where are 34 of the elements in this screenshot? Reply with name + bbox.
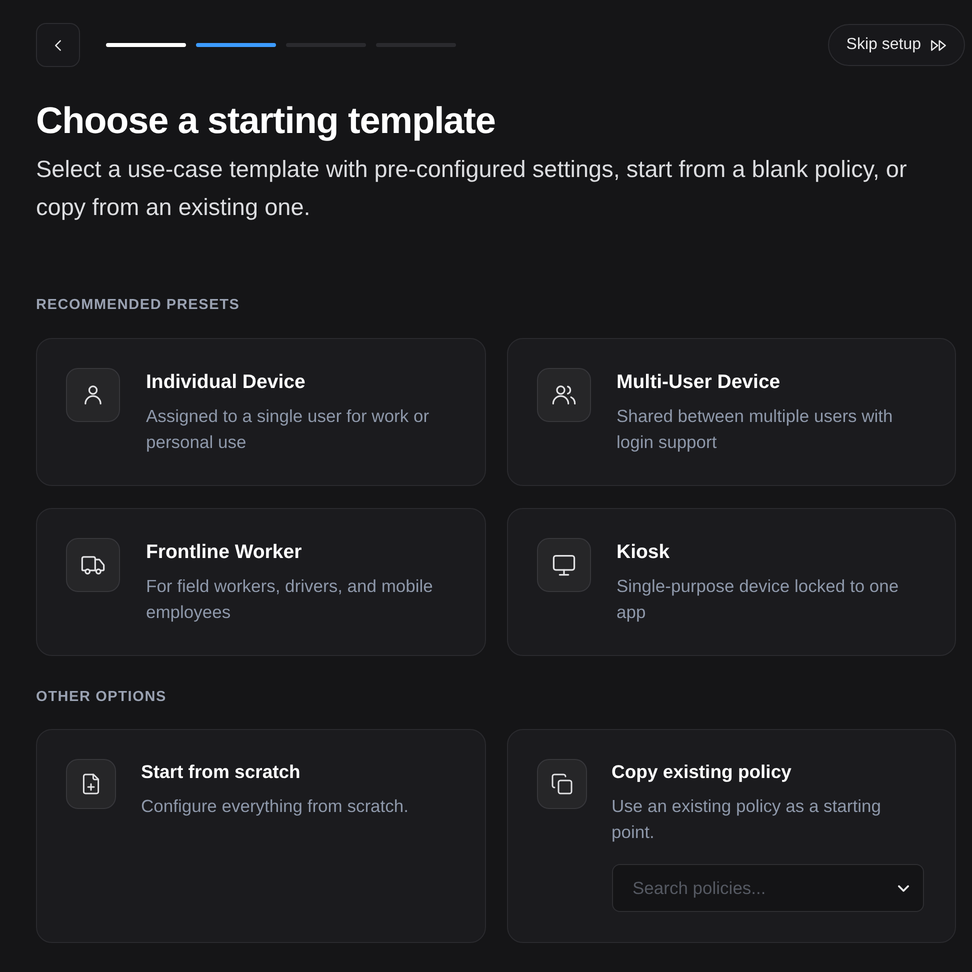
monitor-icon [536,538,590,592]
truck-icon [66,538,120,592]
card-title: Copy existing policy [612,760,792,784]
card-title: Individual Device [146,370,306,395]
file-plus-icon [66,759,116,809]
copy-icon [536,759,586,809]
option-card[interactable]: Kiosk Single-purpose device locked to one app [506,508,956,656]
option-card[interactable]: Frontline Worker For field workers, drivers, and mobile employees [36,508,486,656]
option-card[interactable]: Multi-User Device Shared between multiple users with login support [506,338,956,486]
skip-setup-button[interactable]: Skip setup [828,24,965,66]
option-card[interactable]: Individual Device Assigned to a single user for work or personal use [36,338,486,486]
card-title: Frontline Worker [146,540,303,565]
card-title: Multi-User Device [616,370,782,395]
back-button[interactable] [36,23,80,67]
card-title: Kiosk [616,540,671,565]
option-card[interactable]: Start from scratch Configure everything from scratch. [36,729,486,943]
fast-forward-icon [931,40,946,50]
card-description: Shared between multiple users with login support [616,405,894,454]
page-subtitle: Select a use-case template with pre-configured settings, start from a blank policy, or copy from an existing one. [36,155,908,222]
section-heading: RECOMMENDED PRESETS [36,296,241,314]
card-title: Start from scratch [141,760,302,784]
page-title: Choose a starting template [36,99,496,143]
card-description: Use an existing policy as a starting point. [612,795,882,844]
card-description: Configure everything from scratch. [141,795,410,818]
policy-search-field[interactable]: Search policies... [612,864,924,912]
chevron-left-icon [55,40,61,50]
section-heading: OTHER OPTIONS [36,688,168,706]
chevron-down-icon [898,885,908,892]
card-description: Single-purpose device locked to one app [616,575,900,624]
card-description: Assigned to a single user for work or personal use [146,405,430,454]
two-people-icon [536,368,590,422]
person-icon [66,368,120,422]
option-card[interactable]: Copy existing policy Use an existing policy as a starting point. Search policies... [506,729,956,943]
card-description: For field workers, drivers, and mobile employees [146,575,434,624]
